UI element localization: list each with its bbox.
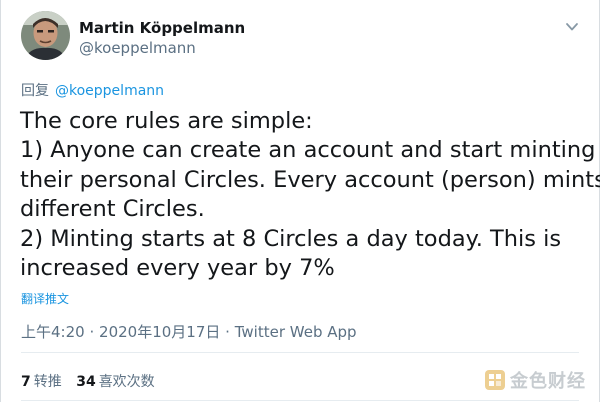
reply-handle-link[interactable]: @koeppelmann (55, 83, 164, 99)
tweet-card: Martin Köppelmann @koeppelmann 回复 @koeppe… (0, 0, 600, 402)
chevron-down-icon[interactable] (563, 20, 581, 34)
avatar-photo (21, 11, 70, 60)
retweets-count: 7 (21, 374, 31, 390)
meta-separator: · (89, 323, 95, 341)
watermark-text: 金色财经 (510, 371, 586, 392)
avatar[interactable] (21, 11, 70, 60)
likes-stat[interactable]: 34 喜欢次数 (76, 374, 154, 390)
retweets-stat[interactable]: 7 转推 (21, 374, 62, 390)
tweet-text-line: The core rules are simple: (20, 108, 313, 134)
translate-tweet-link[interactable]: 翻译推文 (21, 290, 69, 307)
tweet-text: The core rules are simple: 1) Anyone can… (20, 107, 600, 283)
author-name[interactable]: Martin Köppelmann (79, 19, 245, 37)
meta-separator: · (225, 323, 230, 341)
author-handle[interactable]: @koeppelmann (79, 39, 196, 57)
tweet-date[interactable]: 2020年10月17日 (99, 323, 220, 341)
reply-label: 回复 (21, 83, 49, 99)
likes-count: 34 (76, 374, 96, 390)
golden-finance-logo-icon (485, 370, 505, 390)
tweet-text-line: 1) Anyone can create an account and star… (20, 137, 596, 164)
tweet-text-line: 2) Minting starts at 8 Circles a day tod… (20, 225, 562, 252)
watermark: 金色财经 (484, 367, 586, 393)
tweet-meta: 上午4:20 · 2020年10月17日 · Twitter Web App (21, 321, 357, 342)
tweet-stats: 7 转推 34 喜欢次数 (21, 371, 165, 391)
tweet-text-line: their personal Circles. Every account (p… (20, 166, 600, 193)
divider (21, 352, 579, 353)
divider (21, 400, 579, 401)
tweet-source: Twitter Web App (234, 323, 357, 341)
tweet-text-line: increased every year by 7% (20, 255, 335, 282)
likes-label: 喜欢次数 (98, 374, 155, 390)
retweets-label: 转推 (33, 374, 62, 390)
reply-context: 回复 @koeppelmann (21, 80, 164, 100)
tweet-text-line: different Circles. (20, 196, 205, 223)
tweet-time[interactable]: 上午4:20 (21, 323, 85, 341)
